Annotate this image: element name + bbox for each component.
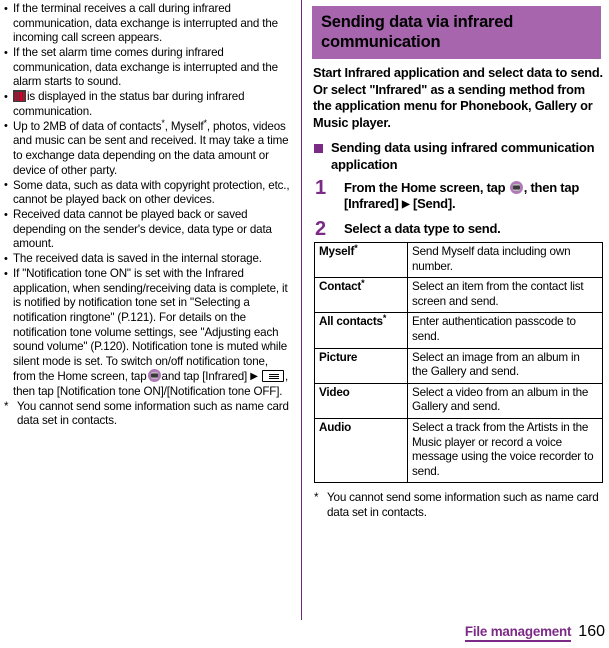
section-banner-title: Sending data via infrared communication	[312, 6, 601, 59]
subsection-heading: Sending data using infrared communicatio…	[314, 140, 602, 173]
note-text-7: The received data is saved in the intern…	[13, 252, 262, 266]
list-item: If the set alarm time comes during infra…	[4, 46, 293, 90]
subsection-heading-label: Sending data using infrared communicatio…	[331, 140, 595, 172]
list-item: If "Notification tone ON" is set with th…	[4, 267, 293, 399]
asterisk-mark: *	[354, 243, 358, 254]
table-cell-description: Select a video from an album in the Gall…	[407, 382, 603, 420]
table-body: Myself* Send Myself data including own n…	[314, 242, 603, 484]
app-launcher-icon	[509, 181, 523, 195]
step-text: Select a data type to send.	[344, 220, 501, 236]
step-1-text-c: [Send].	[413, 196, 456, 212]
note-text-5: Some data, such as data with copyright p…	[13, 178, 290, 207]
list-item: Some data, such as data with copyright p…	[4, 178, 293, 208]
note-text-4-mid: , Myself	[164, 119, 204, 133]
chapter-label: File management	[464, 624, 571, 642]
menu-key-icon	[261, 370, 284, 383]
table-row: Picture Select an image from an album in…	[314, 347, 603, 384]
page-number: 160	[578, 623, 605, 640]
type-label: All contacts	[319, 315, 383, 329]
list-item: Up to 2MB of data of contacts*, Myself*,…	[4, 118, 293, 178]
asterisk-mark: *	[382, 313, 387, 324]
table-row: Audio Select a track from the Artists in…	[314, 418, 603, 484]
type-label: Audio	[319, 421, 352, 435]
note-text-3: is displayed in the status bar during in…	[13, 90, 245, 118]
table-cell-description: Select a track from the Artists in the M…	[407, 418, 603, 484]
type-label: Picture	[319, 350, 358, 364]
column-divider	[301, 0, 302, 620]
note-text-1: If the terminal receives a call during i…	[13, 2, 278, 45]
play-triangle-icon: ▶	[401, 199, 410, 211]
step-1: 1 From the Home screen, tap , then tap […	[314, 177, 609, 214]
footnote-marker: *	[314, 491, 319, 505]
table-cell-type: Contact*	[314, 277, 408, 314]
data-type-table: Myself* Send Myself data including own n…	[314, 242, 603, 484]
section-intro-text: Start Infrared application and select da…	[313, 65, 603, 130]
table-cell-type: Picture	[314, 347, 408, 384]
table-cell-type: All contacts*	[314, 312, 408, 349]
note-text-8b: and tap [Infrared]	[161, 370, 248, 384]
asterisk-mark: *	[361, 278, 365, 289]
infrared-status-icon	[13, 90, 26, 103]
table-row: All contacts* Enter authentication passc…	[314, 312, 603, 349]
step-1-text-a: From the Home screen, tap	[344, 180, 506, 196]
square-bullet-icon	[314, 144, 323, 154]
footnote-text: You cannot send some information such as…	[327, 491, 599, 519]
app-launcher-icon	[147, 369, 161, 383]
table-cell-type: Video	[314, 382, 408, 420]
table-cell-type: Myself*	[314, 242, 408, 279]
right-column: Sending data via infrared communication …	[308, 0, 609, 612]
step-number: 2	[315, 217, 327, 240]
note-text-6: Received data cannot be played back or s…	[13, 208, 272, 251]
left-column: If the terminal receives a call during i…	[0, 0, 299, 600]
note-text-8: If "Notification tone ON" is set with th…	[13, 267, 288, 384]
footnote-text: You cannot send some information such as…	[17, 399, 289, 428]
type-label: Video	[319, 385, 350, 399]
list-item: The received data is saved in the intern…	[4, 252, 293, 267]
type-label: Contact	[319, 280, 362, 294]
note-text-2: If the set alarm time comes during infra…	[13, 46, 278, 89]
manual-page: If the terminal receives a call during i…	[0, 0, 609, 648]
table-cell-description: Select an item from the contact list scr…	[407, 277, 603, 314]
footnote-marker: *	[4, 399, 9, 413]
table-cell-type: Audio	[314, 418, 408, 484]
list-item: Received data cannot be played back or s…	[4, 208, 293, 252]
notes-bullet-list: If the terminal receives a call during i…	[4, 2, 293, 399]
note-text-4-pre: Up to 2MB of data of contacts	[13, 119, 162, 133]
list-item: If the terminal receives a call during i…	[4, 2, 293, 46]
table-cell-description: Select an image from an album in the Gal…	[407, 347, 603, 384]
table-cell-description: Send Myself data including own number.	[407, 242, 603, 279]
step-number: 1	[315, 177, 327, 200]
step-text: From the Home screen, tap , then tap [In…	[344, 180, 609, 214]
table-row: Contact* Select an item from the contact…	[314, 277, 603, 314]
table-cell-description: Enter authentication passcode to send.	[407, 312, 603, 349]
right-footnote: * You cannot send some information such …	[314, 491, 606, 520]
play-triangle-icon: ▶	[250, 371, 258, 383]
table-row: Video Select a video from an album in th…	[314, 382, 603, 420]
page-footer: File management 160	[464, 623, 605, 642]
table-row: Myself* Send Myself data including own n…	[314, 242, 603, 279]
list-item: is displayed in the status bar during in…	[4, 90, 293, 119]
left-footnote: * You cannot send some information such …	[4, 400, 293, 429]
type-label: Myself	[319, 245, 355, 259]
step-2: 2 Select a data type to send.	[314, 217, 609, 240]
